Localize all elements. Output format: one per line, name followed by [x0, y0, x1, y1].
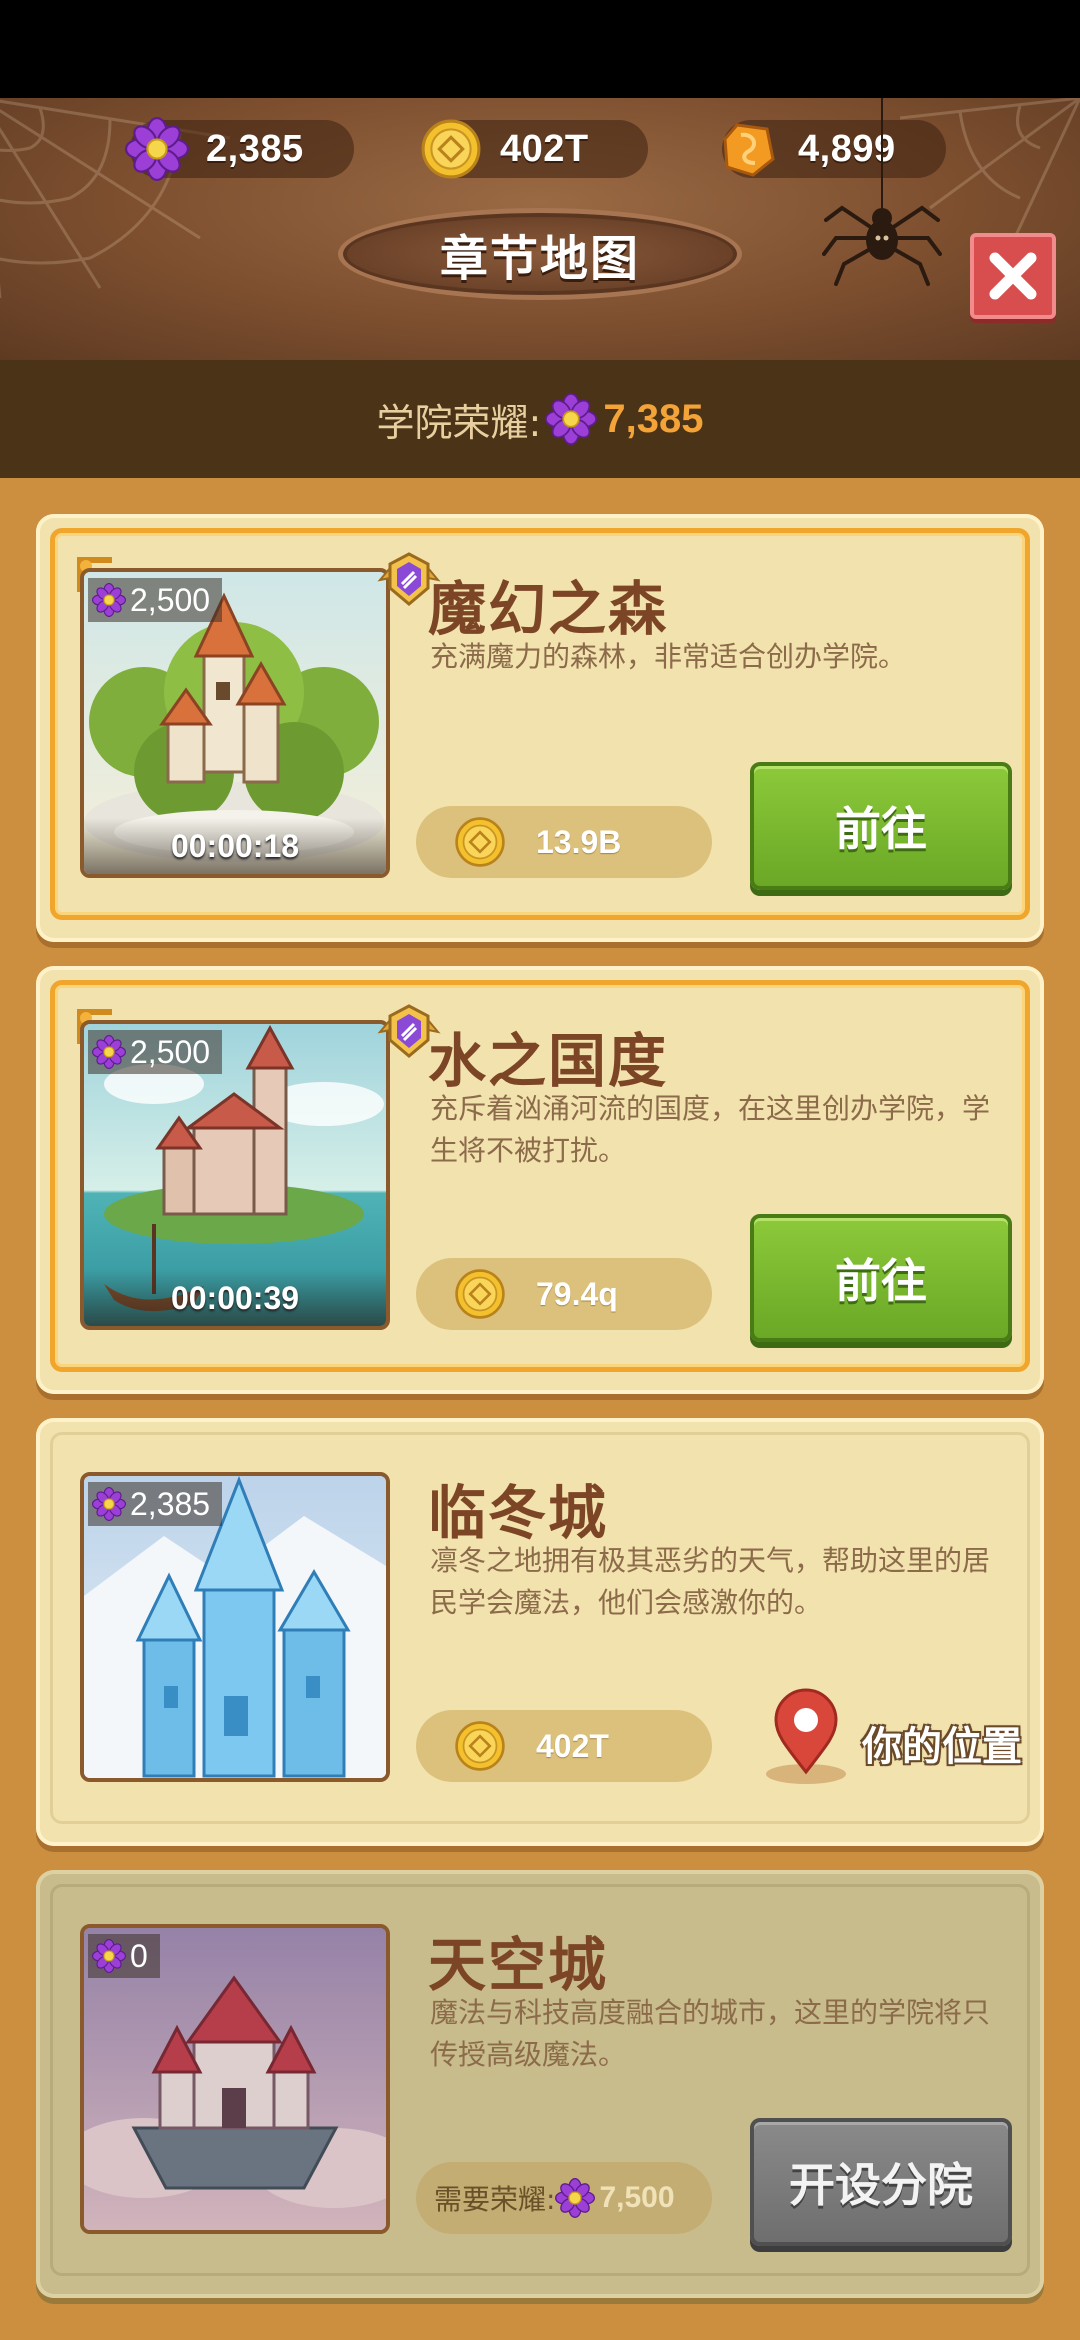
- chapter-thumbnail[interactable]: 2,500 00:00:39: [80, 1020, 390, 1330]
- page-title: 章节地图: [439, 231, 640, 287]
- gold-coin-icon: [454, 816, 506, 868]
- chapter-thumbnail[interactable]: 2,500 00:00:18: [80, 568, 390, 878]
- chapter-timer: 00:00:39: [84, 1270, 386, 1326]
- status-bar: [0, 0, 1080, 98]
- purple-flower-icon: [92, 1939, 126, 1973]
- chapter-cost: 2,385: [130, 1485, 211, 1522]
- chapter-price-value: 79.4q: [536, 1276, 618, 1312]
- gold-coin-icon: [454, 1268, 506, 1320]
- go-button[interactable]: 前往: [750, 1214, 1012, 1342]
- spider-decoration: [822, 98, 942, 286]
- orange-gem-icon: [714, 114, 784, 184]
- chapter-name: 水之国度: [428, 1027, 669, 1095]
- purple-flower-icon: [92, 583, 126, 617]
- purple-flower-icon: [545, 393, 597, 445]
- chapter-description: 充满魔力的森林，非常适合创办学院。: [430, 640, 907, 673]
- close-icon: [989, 252, 1037, 300]
- chapter-price-value: 13.9B: [536, 824, 622, 860]
- honor-value: 7,385: [603, 396, 704, 441]
- academy-honor-bar: 学院荣耀: 7,385: [0, 360, 1080, 478]
- currency-coins: 402T: [424, 120, 648, 178]
- your-location-label: 你的位置: [862, 1724, 1022, 1770]
- flowers-value: 2,385: [206, 128, 304, 170]
- gold-coin-icon: [454, 1720, 506, 1772]
- chapter-cost-badge: 2,500: [88, 578, 223, 622]
- chapter-name: 临冬城: [428, 1479, 609, 1547]
- chapter-cost-badge: 2,385: [88, 1482, 223, 1526]
- map-pin-icon: [766, 1688, 846, 1784]
- purple-flower-icon: [122, 114, 192, 184]
- chapter-cost-badge: 0: [88, 1934, 160, 1978]
- chapter-thumbnail[interactable]: 0: [80, 1924, 390, 2234]
- required-honor-label: 需要荣耀:: [434, 2183, 556, 2216]
- go-button-label: 前往: [835, 1254, 927, 1308]
- currency-flowers: 2,385: [130, 120, 354, 178]
- go-button[interactable]: 前往: [750, 762, 1012, 890]
- gold-coin-icon: [416, 114, 486, 184]
- chapter-cost: 2,500: [130, 581, 211, 618]
- close-button[interactable]: [970, 233, 1056, 319]
- chapter-list: 2,500 00:00:18 魔幻之森 充满魔力的森林，非常适合创办学院。 13…: [0, 478, 1080, 2340]
- open-branch-button-label: 开设分院: [789, 2158, 973, 2212]
- current-location-marker: 你的位置: [726, 1688, 1046, 1798]
- honor-label: 学院荣耀:: [376, 400, 542, 445]
- chapter-timer: 00:00:18: [84, 818, 386, 874]
- chapter-card-water-kingdom: 2,500 00:00:39 水之国度 充斥着汹涌河流的国度，在这里创办学院，学…: [36, 966, 1044, 1394]
- open-branch-button[interactable]: 开设分院: [750, 2118, 1012, 2246]
- chapter-name: 天空城: [428, 1931, 609, 1999]
- chapter-description: 充斥着汹涌河流的国度，在这里创办学院，学生将不被打扰。: [430, 1092, 991, 1167]
- chapter-thumbnail[interactable]: 2,385: [80, 1472, 390, 1782]
- chapter-price: 402T: [416, 1710, 712, 1782]
- purple-flower-icon: [92, 1487, 126, 1521]
- header: 2,385 402T 4,899 章节地图: [0, 98, 1080, 360]
- chapter-card-sky-city: 0 天空城 魔法与科技高度融合的城市，这里的学院将只传授高级魔法。 需要荣耀: …: [36, 1870, 1044, 2298]
- chapter-description: 凛冬之地拥有极其恶劣的天气，帮助这里的居民学会魔法，他们会感激你的。: [430, 1544, 991, 1619]
- chapter-cost: 2,500: [130, 1033, 211, 1070]
- required-honor-value: 7,500: [599, 2181, 675, 2214]
- chapter-card-winter-city: 2,385 临冬城 凛冬之地拥有极其恶劣的天气，帮助这里的居民学会魔法，他们会感…: [36, 1418, 1044, 1846]
- chapter-price: 79.4q: [416, 1258, 712, 1330]
- title-plate: 章节地图: [338, 208, 742, 300]
- purple-flower-icon: [92, 1035, 126, 1069]
- chapter-price: 13.9B: [416, 806, 712, 878]
- chapter-name: 魔幻之森: [428, 575, 669, 643]
- go-button-label: 前往: [835, 802, 927, 856]
- chapter-card-magic-forest: 2,500 00:00:18 魔幻之森 充满魔力的森林，非常适合创办学院。 13…: [36, 514, 1044, 942]
- chapter-cost-badge: 2,500: [88, 1030, 223, 1074]
- required-honor: 需要荣耀: 7,500: [416, 2162, 712, 2234]
- chapter-description: 魔法与科技高度融合的城市，这里的学院将只传授高级魔法。: [430, 1996, 991, 2071]
- purple-flower-icon: [555, 2178, 595, 2218]
- coins-value: 402T: [500, 128, 589, 170]
- chapter-price-value: 402T: [536, 1728, 609, 1764]
- chapter-cost: 0: [130, 1937, 148, 1974]
